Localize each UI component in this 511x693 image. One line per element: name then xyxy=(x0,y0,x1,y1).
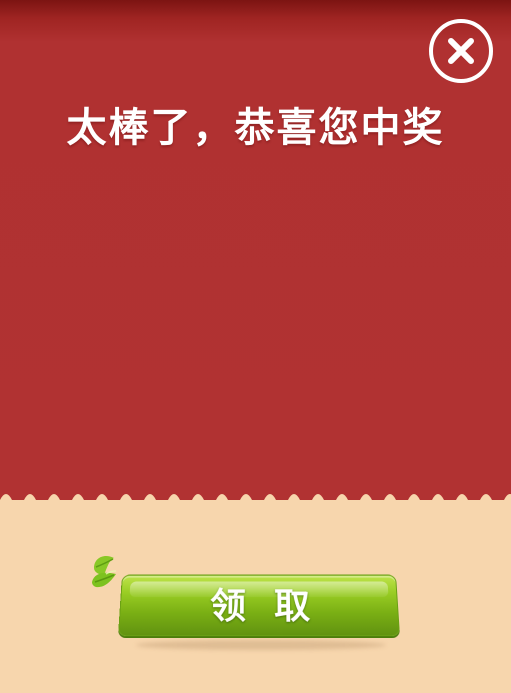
claim-button-label: 领取 xyxy=(209,585,339,628)
claim-button-group: 领取 xyxy=(86,548,406,658)
close-icon xyxy=(429,19,493,83)
scalloped-divider xyxy=(0,494,511,512)
prize-modal: 太棒了，恭喜您中奖 领取 xyxy=(0,0,511,693)
claim-button[interactable]: 领取 xyxy=(117,574,401,637)
congratulations-title: 太棒了，恭喜您中奖 xyxy=(66,105,445,151)
close-button[interactable] xyxy=(428,18,494,84)
claim-button-shadow xyxy=(136,640,386,650)
